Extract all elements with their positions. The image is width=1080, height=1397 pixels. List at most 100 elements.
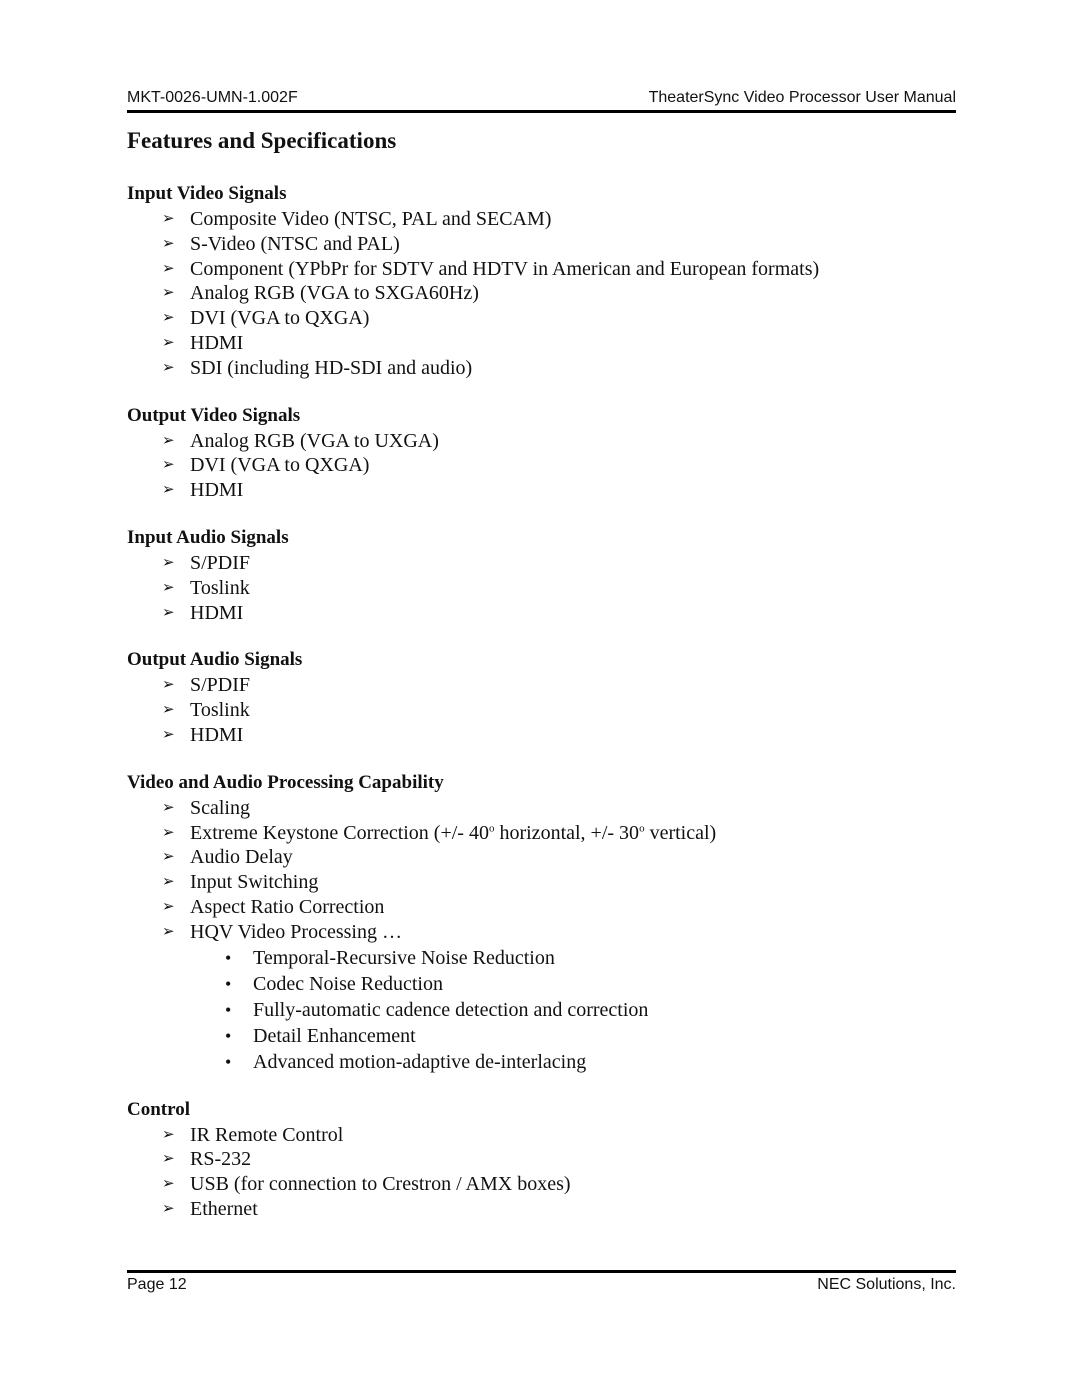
list-item-text: Analog RGB (VGA to UXGA) — [190, 429, 439, 452]
document-id: MKT-0026-UMN-1.002F — [127, 89, 298, 106]
spec-content: Input Video Signals ➢ Composite Video (NTS… — [127, 181, 956, 1244]
list-item: ➢ IR Remote Control — [162, 1123, 956, 1148]
list-item-text: DVI (VGA to QXGA) — [190, 454, 370, 477]
section-video-and-audio-processing-capability: Video and Audio Processing Capability ➢ Sc… — [127, 770, 956, 1075]
sub-list-item-text: Detail Enhancement — [253, 1024, 416, 1047]
list-item-text: Input Switching — [190, 871, 319, 894]
list-item: ➢ DVI (VGA to QXGA) — [162, 306, 956, 331]
feature-list: ➢ Scaling ➢ Extreme Keystone Correction (+/… — [127, 796, 956, 1075]
feature-list: ➢ IR Remote Control ➢ RS-232 ➢ USB (for conne… — [127, 1123, 956, 1222]
list-item: ➢ S-Video (NTSC and PAL) — [162, 232, 956, 257]
arrow-bullet-icon: ➢ — [162, 285, 175, 302]
list-item: ➢ Scaling — [162, 796, 956, 821]
list-item-text: SDI (including HD-SDI and audio) — [190, 356, 473, 379]
list-item: ➢ Audio Delay — [162, 845, 956, 870]
list-item-text: Scaling — [190, 796, 250, 819]
page-header: MKT-0026-UMN-1.002F TheaterSync Video Pr… — [127, 89, 956, 111]
round-bullet-icon: • — [225, 973, 232, 994]
arrow-bullet-icon: ➢ — [162, 235, 175, 252]
list-item-text: USB (for connection to Crestron / AMX bo… — [190, 1173, 571, 1196]
arrow-bullet-icon: ➢ — [162, 334, 175, 351]
list-item: ➢ Composite Video (NTSC, PAL and SECAM) — [162, 207, 956, 232]
list-item-text: DVI (VGA to QXGA) — [190, 307, 370, 330]
footer-rule — [127, 1270, 956, 1273]
sub-list-item: • Fully-automatic cadence detection and c… — [225, 997, 956, 1023]
list-item: ➢ Analog RGB (VGA to UXGA) — [162, 429, 956, 454]
sub-list-item: • Temporal-Recursive Noise Reduction — [225, 945, 956, 971]
section-input-audio-signals: Input Audio Signals ➢ S/PDIF ➢ Toslink ➢ HDMI — [127, 525, 956, 625]
list-item-text: Composite Video (NTSC, PAL and SECAM) — [190, 208, 552, 230]
arrow-bullet-icon: ➢ — [162, 482, 175, 499]
arrow-bullet-icon: ➢ — [162, 432, 175, 449]
list-item-text: Audio Delay — [190, 846, 293, 869]
sub-feature-list: • Temporal-Recursive Noise Reduction • Code… — [190, 945, 956, 1075]
section-heading: Output Video Signals — [127, 404, 301, 426]
arrow-bullet-icon: ➢ — [162, 799, 175, 816]
list-item-text: Toslink — [190, 576, 250, 599]
list-item-text: HQV Video Processing … — [190, 920, 402, 943]
list-item-text: RS-232 — [190, 1148, 252, 1171]
section-heading: Input Video Signals — [127, 183, 287, 204]
list-item: ➢ HDMI — [162, 478, 956, 503]
arrow-bullet-icon: ➢ — [162, 579, 175, 596]
list-item-text: Extreme Keystone Correction (+/- 40 — [190, 821, 489, 844]
list-item: ➢ Extreme Keystone Correction (+/- 40o ho… — [162, 821, 956, 846]
list-item-text: horizontal, +/- 30 — [494, 821, 640, 844]
list-item: ➢ S/PDIF — [162, 673, 956, 698]
round-bullet-icon: • — [225, 1051, 232, 1072]
sub-list-item: • Codec Noise Reduction — [225, 971, 956, 997]
feature-list: ➢ Composite Video (NTSC, PAL and SECAM) ➢ S… — [127, 207, 956, 381]
list-item-text: HDMI — [190, 601, 244, 624]
list-item: ➢ Input Switching — [162, 870, 956, 895]
sub-list-item-text: Advanced motion-adaptive de-interlacing — [253, 1050, 587, 1073]
company-name: NEC Solutions, Inc. — [817, 1276, 956, 1293]
section-heading: Output Audio Signals — [127, 649, 303, 671]
page-title: Features and Specifications — [127, 128, 397, 153]
feature-list: ➢ S/PDIF ➢ Toslink ➢ HDMI — [127, 673, 956, 747]
sub-list-item: • Advanced motion-adaptive de-interlacing — [225, 1049, 956, 1075]
list-item: ➢ USB (for connection to Crestron / AMX b… — [162, 1172, 956, 1197]
section-control: Control ➢ IR Remote Control ➢ RS-232 ➢ USB (fo… — [127, 1097, 956, 1222]
list-item: ➢ Aspect Ratio Correction — [162, 895, 956, 920]
arrow-bullet-icon: ➢ — [162, 310, 175, 327]
arrow-bullet-icon: ➢ — [162, 359, 175, 376]
list-item: ➢ Toslink — [162, 576, 956, 601]
round-bullet-icon: • — [225, 1025, 232, 1046]
list-item-text: IR Remote Control — [190, 1123, 344, 1146]
feature-list: ➢ S/PDIF ➢ Toslink ➢ HDMI — [127, 551, 956, 625]
arrow-bullet-icon: ➢ — [162, 1176, 175, 1193]
manual-title: TheaterSync Video Processor User Manual — [648, 89, 956, 106]
arrow-bullet-icon: ➢ — [162, 1200, 175, 1217]
section-heading: Video and Audio Processing Capability — [127, 771, 444, 793]
section-output-audio-signals: Output Audio Signals ➢ S/PDIF ➢ Toslink ➢ HDMI — [127, 647, 956, 747]
arrow-bullet-icon: ➢ — [162, 702, 175, 719]
page-footer: Page 12 NEC Solutions, Inc. — [127, 1276, 956, 1298]
list-item: ➢ RS-232 — [162, 1147, 956, 1172]
arrow-bullet-icon: ➢ — [162, 898, 175, 915]
list-item: ➢ HQV Video Processing … • Temporal-Recursi… — [162, 920, 956, 1075]
sub-list-item: • Detail Enhancement — [225, 1023, 956, 1049]
list-item: ➢ SDI (including HD-SDI and audio) — [162, 356, 956, 381]
sub-list-item-text: Fully-automatic cadence detection and co… — [253, 998, 649, 1021]
arrow-bullet-icon: ➢ — [162, 726, 175, 743]
section-input-video-signals: Input Video Signals ➢ Composite Video (NTS… — [127, 181, 956, 381]
arrow-bullet-icon: ➢ — [162, 554, 175, 571]
list-item: ➢ Component (YPbPr for SDTV and HDTV in A… — [162, 257, 956, 282]
arrow-bullet-icon: ➢ — [162, 457, 175, 474]
list-item-text: HDMI — [190, 723, 244, 746]
arrow-bullet-icon: ➢ — [162, 677, 175, 694]
arrow-bullet-icon: ➢ — [162, 849, 175, 866]
list-item-text: Analog RGB (VGA to SXGA60Hz) — [190, 282, 479, 305]
arrow-bullet-icon: ➢ — [162, 923, 175, 940]
list-item: ➢ Ethernet — [162, 1197, 956, 1222]
list-item-text: Ethernet — [190, 1197, 258, 1220]
list-item-text: S/PDIF — [190, 551, 251, 574]
section-output-video-signals: Output Video Signals ➢ Analog RGB (VGA to … — [127, 403, 956, 503]
arrow-bullet-icon: ➢ — [162, 260, 175, 277]
list-item-text: HDMI — [190, 479, 244, 502]
sub-list-item-text: Temporal-Recursive Noise Reduction — [253, 946, 555, 969]
feature-list: ➢ Analog RGB (VGA to UXGA) ➢ DVI (VGA to QX… — [127, 429, 956, 503]
page-number: Page 12 — [127, 1276, 187, 1293]
list-item: ➢ HDMI — [162, 723, 956, 748]
round-bullet-icon: • — [225, 999, 232, 1020]
